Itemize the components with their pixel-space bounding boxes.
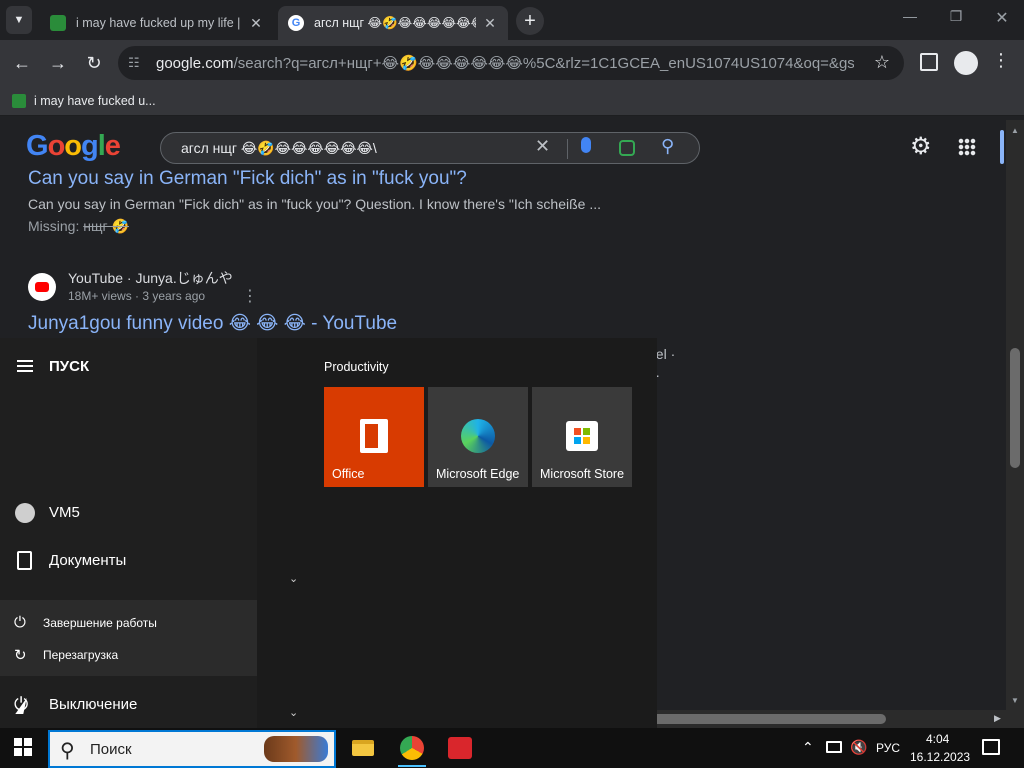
- bookmark-item[interactable]: i may have fucked u...: [34, 94, 156, 108]
- google-logo[interactable]: Google: [26, 130, 121, 163]
- user-avatar-icon[interactable]: [15, 503, 35, 523]
- store-icon: [566, 421, 598, 451]
- taskbar-search-input[interactable]: ⚲ Поиск: [48, 730, 336, 768]
- address-bar[interactable]: ☷ google.com /search?q=агсл+нщг+😂🤣😂😂😂😂😂😂…: [118, 46, 904, 80]
- search-placeholder: Поиск: [90, 740, 132, 758]
- edge-icon: [461, 419, 495, 453]
- document-icon[interactable]: [17, 551, 32, 570]
- scrollbar-thumb[interactable]: [1010, 348, 1020, 468]
- result-1-missing: Missing: нщг 🤣: [28, 218, 129, 235]
- search-box[interactable]: агсл нщг 😂🤣😂😂😂😂😂😂\ ✕ ⚲: [160, 132, 700, 164]
- search-icon: ⚲: [60, 740, 75, 762]
- power-item-shutdown[interactable]: Завершение работы: [43, 616, 157, 630]
- scroll-right-icon[interactable]: ▶: [994, 713, 1001, 724]
- scroll-down-icon[interactable]: ▼: [1011, 696, 1019, 705]
- microphone-icon[interactable]: [581, 137, 591, 153]
- missing-terms: нщг 🤣: [83, 218, 129, 234]
- tab-strip: ▼ i may have fucked up my life | N ✕ G а…: [0, 0, 1024, 40]
- chrome-icon[interactable]: [400, 736, 424, 760]
- restore-button[interactable]: ❐: [942, 8, 970, 32]
- result-1-title[interactable]: Can you say in German "Fick dich" as in …: [28, 168, 467, 190]
- google-favicon-icon: G: [288, 15, 304, 31]
- tab-1[interactable]: i may have fucked up my life | N ✕: [40, 6, 274, 40]
- chevron-down-icon[interactable]: ⌄: [289, 572, 298, 585]
- reload-button[interactable]: ↻: [79, 48, 109, 78]
- tile-label: Office: [332, 467, 365, 481]
- start-documents[interactable]: Документы: [49, 552, 126, 569]
- close-icon[interactable]: ✕: [248, 15, 264, 32]
- bookmarks-bar: i may have fucked u...: [0, 86, 1024, 116]
- app-icon[interactable]: [448, 737, 472, 759]
- address-path: /search?q=агсл+нщг+😂🤣😂😂😂😂😂😂%5C&rlz=1C1GC…: [233, 55, 854, 72]
- tab-title: i may have fucked up my life | N: [76, 16, 242, 30]
- clock-date[interactable]: 16.12.2023: [910, 750, 970, 764]
- forward-button[interactable]: →: [43, 48, 73, 78]
- restart-icon: ↻: [14, 647, 27, 664]
- new-tab-button[interactable]: +: [516, 7, 544, 35]
- close-icon[interactable]: ✕: [482, 15, 498, 32]
- close-window-button[interactable]: ✕: [988, 8, 1016, 32]
- windows-start-icon[interactable]: [14, 738, 32, 756]
- start-shutdown[interactable]: Выключение: [49, 696, 137, 713]
- result-2-title[interactable]: Junya1gou funny video 😂 😂 😂 - YouTube: [28, 312, 397, 335]
- menu-kebab-icon[interactable]: ⋮: [992, 50, 1010, 71]
- star-icon[interactable]: ☆: [874, 52, 890, 73]
- language-indicator[interactable]: РУС: [876, 741, 900, 755]
- tab-title: агсл нщг 😂🤣😂😂😂😂😂😂: [314, 16, 476, 30]
- more-options-icon[interactable]: ⋮: [242, 286, 258, 306]
- power-menu: ⏻ Завершение работы ↻ Перезагрузка: [0, 600, 257, 676]
- power-item-restart[interactable]: Перезагрузка: [43, 648, 118, 662]
- tab-search-button[interactable]: ▼: [6, 6, 32, 34]
- site-info-icon[interactable]: ☷: [128, 55, 148, 71]
- search-query: агсл нщг 😂🤣😂😂😂😂😂😂\: [181, 139, 377, 156]
- site-favicon-icon: [50, 15, 66, 31]
- search-icon[interactable]: ⚲: [661, 136, 674, 157]
- lens-icon[interactable]: [619, 140, 635, 156]
- scrollbar-accent: [1000, 130, 1004, 164]
- network-icon[interactable]: [826, 741, 842, 753]
- chevron-up-icon[interactable]: ⌃: [802, 739, 814, 756]
- divider: [567, 139, 568, 159]
- youtube-favicon-icon: [28, 273, 56, 301]
- result-2-source[interactable]: YouTube · Junya.じゅんや: [68, 268, 233, 288]
- start-title: ПУСК: [49, 358, 90, 375]
- bookmark-favicon-icon: [12, 93, 26, 108]
- tile-edge[interactable]: Microsoft Edge: [428, 387, 528, 487]
- horizontal-scrollbar[interactable]: ▶: [648, 710, 1006, 728]
- profile-avatar[interactable]: [954, 51, 978, 75]
- scrollbar-thumb[interactable]: [650, 714, 886, 724]
- scroll-up-icon[interactable]: ▲: [1011, 126, 1019, 135]
- start-user[interactable]: VM5: [49, 504, 80, 521]
- tile-label: Microsoft Store: [540, 467, 625, 481]
- vertical-scrollbar[interactable]: ▲ ▼: [1006, 120, 1024, 728]
- back-button[interactable]: ←: [7, 48, 37, 78]
- tile-store[interactable]: Microsoft Store: [532, 387, 632, 487]
- tile-label: Microsoft Edge: [436, 467, 520, 481]
- chevron-down-icon[interactable]: ⌄: [289, 706, 298, 719]
- start-menu-tiles: Productivity Office Microsoft Edge Micro…: [257, 338, 657, 730]
- apps-grid-icon[interactable]: [958, 138, 976, 156]
- side-panel-icon[interactable]: [920, 53, 938, 71]
- address-host: google.com: [156, 54, 234, 72]
- search-highlight-icon: [264, 736, 328, 762]
- tile-office[interactable]: Office: [324, 387, 424, 487]
- gear-icon[interactable]: ⚙: [910, 132, 932, 161]
- result-2-meta: 18M+ views · 3 years ago: [68, 289, 206, 303]
- notification-icon[interactable]: [982, 739, 1000, 755]
- result-1-snippet: Can you say in German "Fick dich" as in …: [28, 196, 601, 212]
- minimize-button[interactable]: —: [896, 8, 924, 32]
- taskbar-active-indicator: [398, 765, 426, 767]
- clear-icon[interactable]: ✕: [535, 136, 550, 157]
- missing-label: Missing:: [28, 218, 80, 234]
- speaker-muted-icon[interactable]: 🔇: [850, 739, 867, 756]
- file-explorer-icon[interactable]: [352, 740, 374, 756]
- hamburger-icon[interactable]: [17, 360, 33, 372]
- clock-time[interactable]: 4:04: [926, 732, 949, 746]
- power-icon: ⏻: [14, 614, 26, 631]
- office-icon: [360, 419, 388, 453]
- chevron-down-icon: ▼: [13, 14, 25, 26]
- tab-2[interactable]: G агсл нщг 😂🤣😂😂😂😂😂😂 ✕: [278, 6, 508, 40]
- tile-group-title: Productivity: [324, 360, 389, 374]
